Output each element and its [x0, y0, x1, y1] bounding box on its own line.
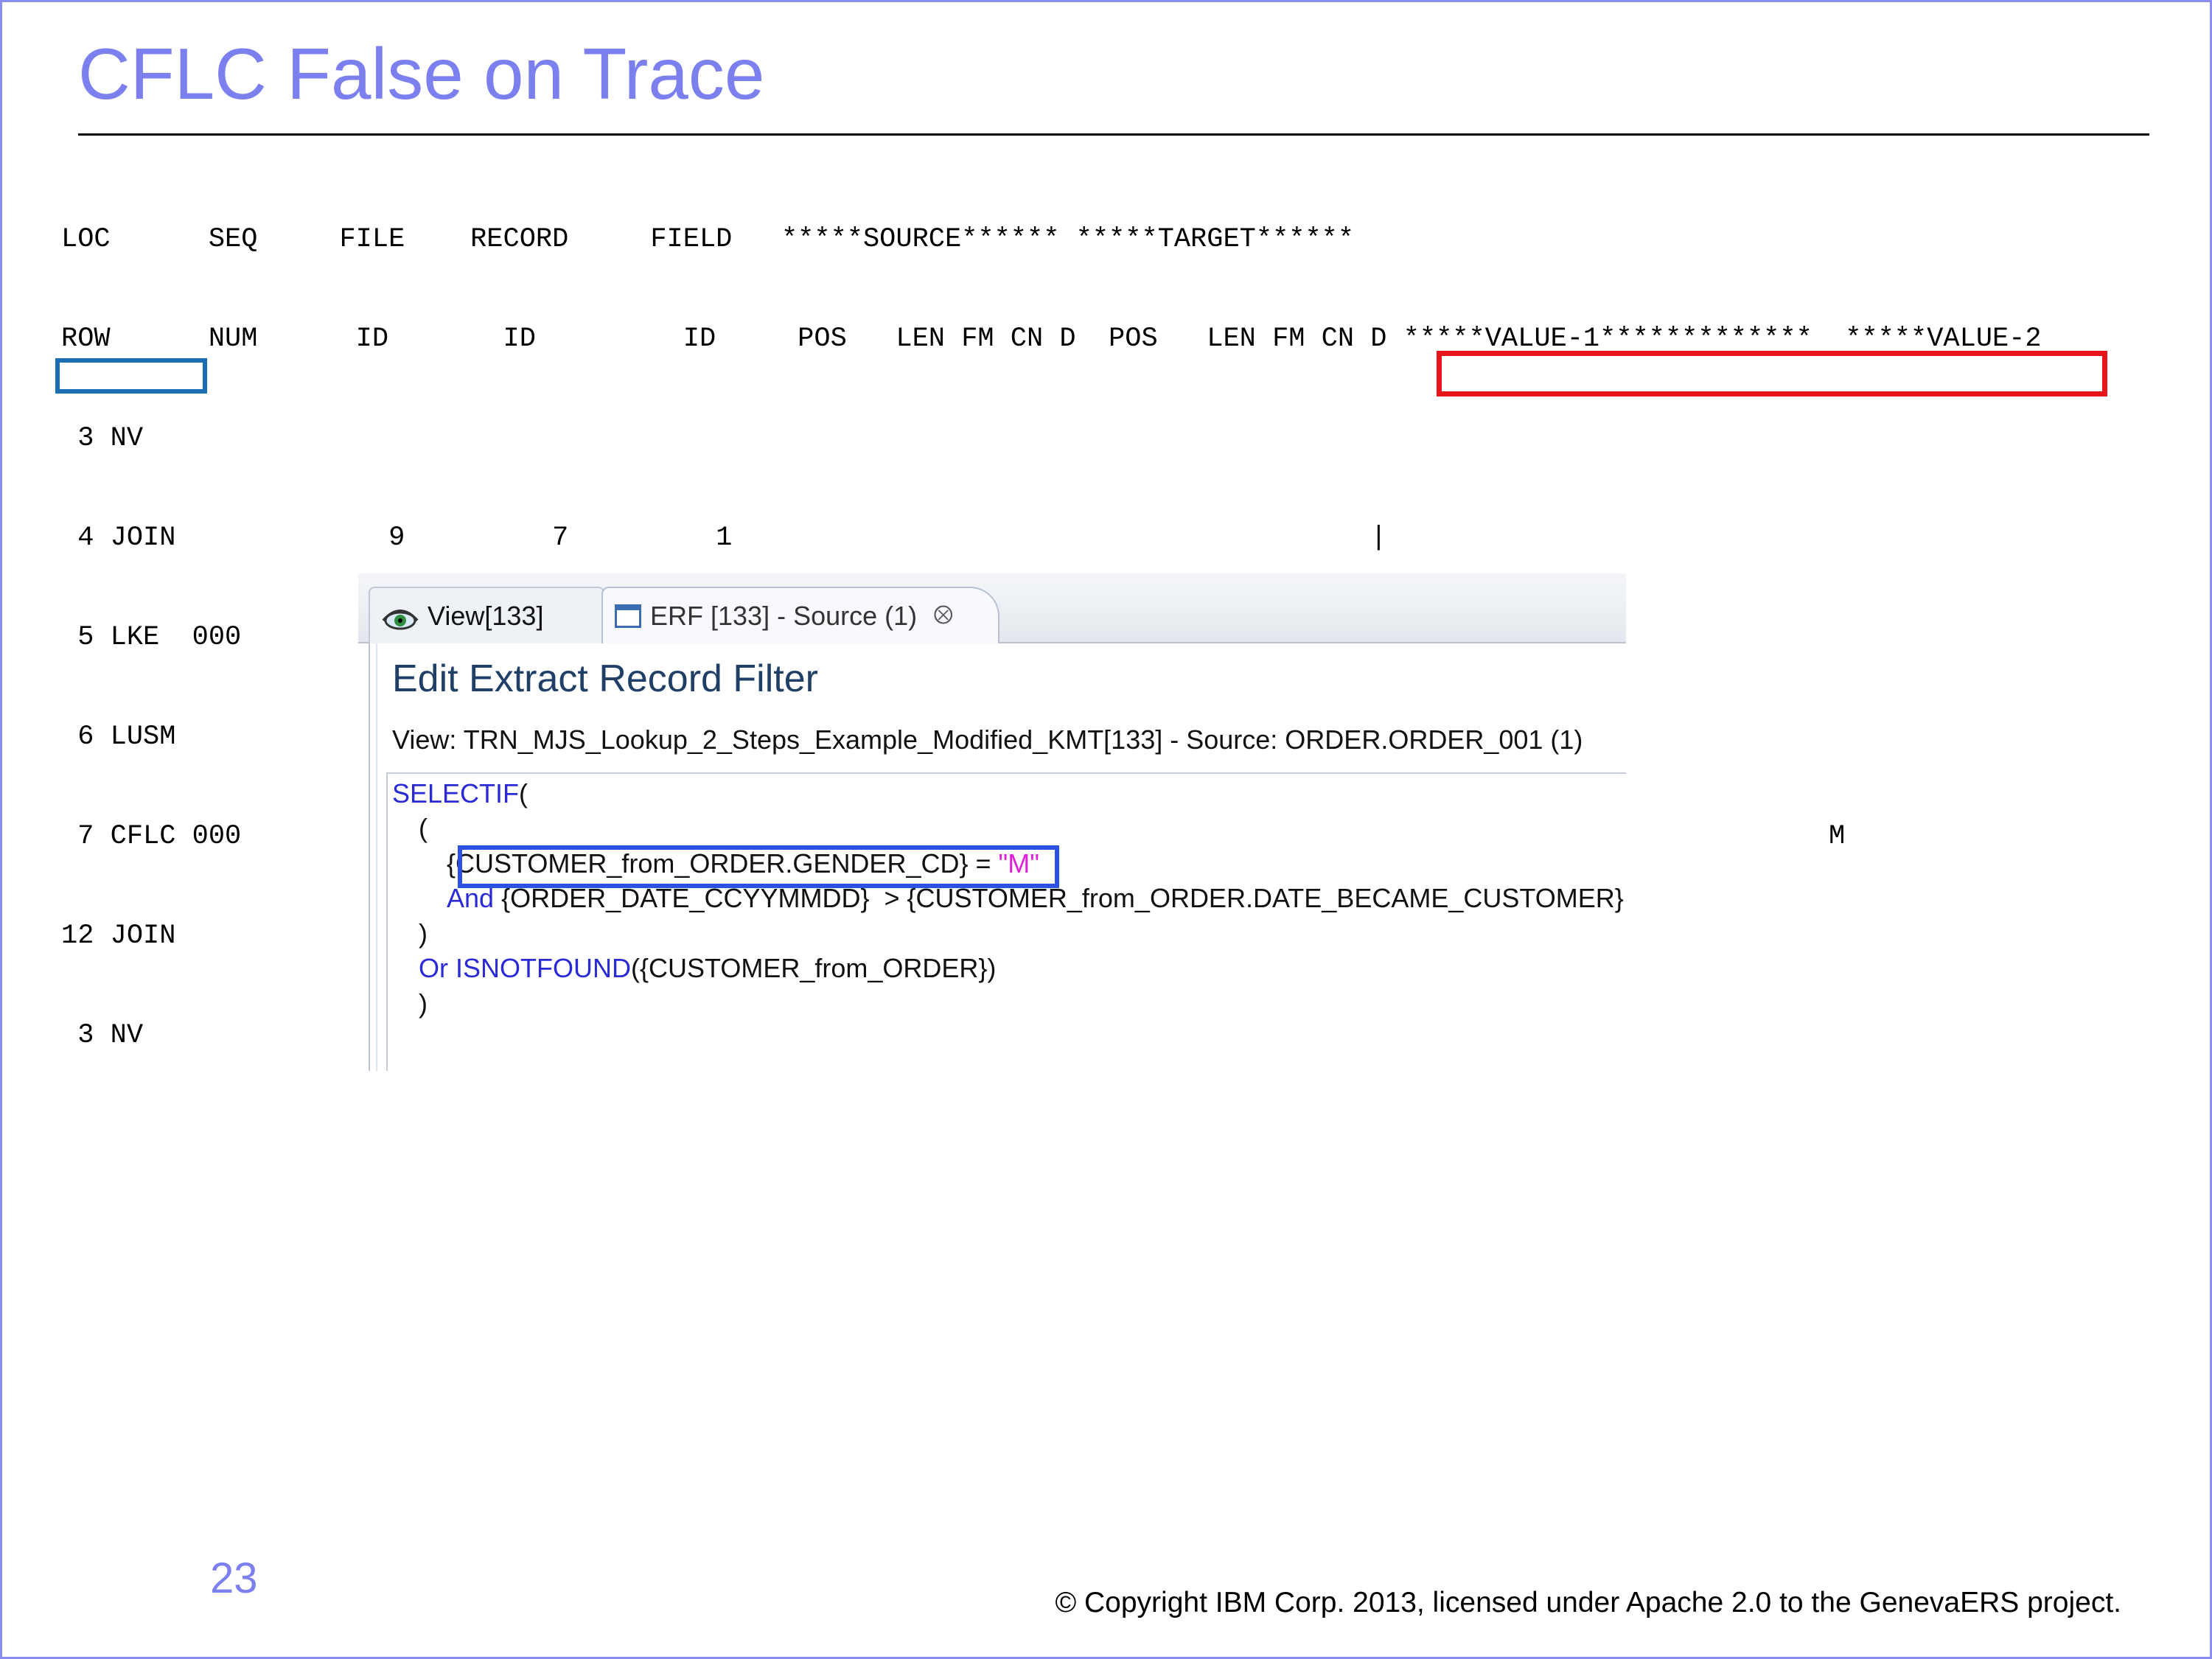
editor-body: Edit Extract Record Filter View: TRN_MJS…	[369, 643, 1626, 1071]
code-line-1: SELECTIF(	[392, 778, 528, 808]
title-divider	[78, 133, 2149, 136]
tab-view-label: View[133]	[428, 600, 544, 631]
erf-editor-screenshot: View[133] ERF [133] - Source (1) ⮾ Edit …	[358, 573, 1626, 1071]
editor-view-line: View: TRN_MJS_Lookup_2_Steps_Example_Mod…	[392, 724, 1583, 755]
copyright-notice: © Copyright IBM Corp. 2013, licensed und…	[1055, 1587, 2121, 1618]
close-icon[interactable]: ⮾	[933, 601, 953, 630]
eye-icon	[382, 601, 419, 631]
editor-tab-strip: View[133] ERF [133] - Source (1) ⮾	[358, 573, 1626, 643]
slide: CFLC False on Trace LOC SEQ FILE RECORD …	[0, 0, 2212, 1659]
editor-heading: Edit Extract Record Filter	[392, 657, 818, 700]
code-line-6: Or ISNOTFOUND({CUSTOMER_from_ORDER})	[419, 953, 997, 983]
slide-title: CFLC False on Trace	[78, 33, 765, 114]
tab-erf-label: ERF [133] - Source (1)	[650, 600, 918, 631]
tab-erf-source[interactable]: ERF [133] - Source (1) ⮾	[601, 587, 999, 643]
value-highlight-box	[1437, 351, 2107, 397]
tab-view[interactable]: View[133]	[369, 587, 604, 643]
window-icon	[615, 604, 641, 628]
code-line-5: )	[419, 918, 428, 949]
trace-row: 3 NV	[61, 423, 144, 454]
cflc-highlight-box	[55, 358, 207, 394]
or-isnotfound-keyword: Or ISNOTFOUND	[419, 953, 631, 983]
trace-header-row-1: LOC SEQ FILE RECORD FIELD *****SOURCE***…	[61, 224, 1355, 255]
gender-highlight-box	[458, 845, 1059, 888]
page-number: 23	[210, 1554, 258, 1602]
trace-row: 4 JOIN 9 7 1 |	[61, 523, 1387, 553]
selectif-keyword: SELECTIF	[392, 778, 520, 808]
code-line-2: (	[419, 813, 428, 843]
code-editor[interactable]: SELECTIF( ( {CUSTOMER_from_ORDER.GENDER_…	[386, 772, 1626, 1071]
code-line-7: )	[419, 988, 428, 1019]
